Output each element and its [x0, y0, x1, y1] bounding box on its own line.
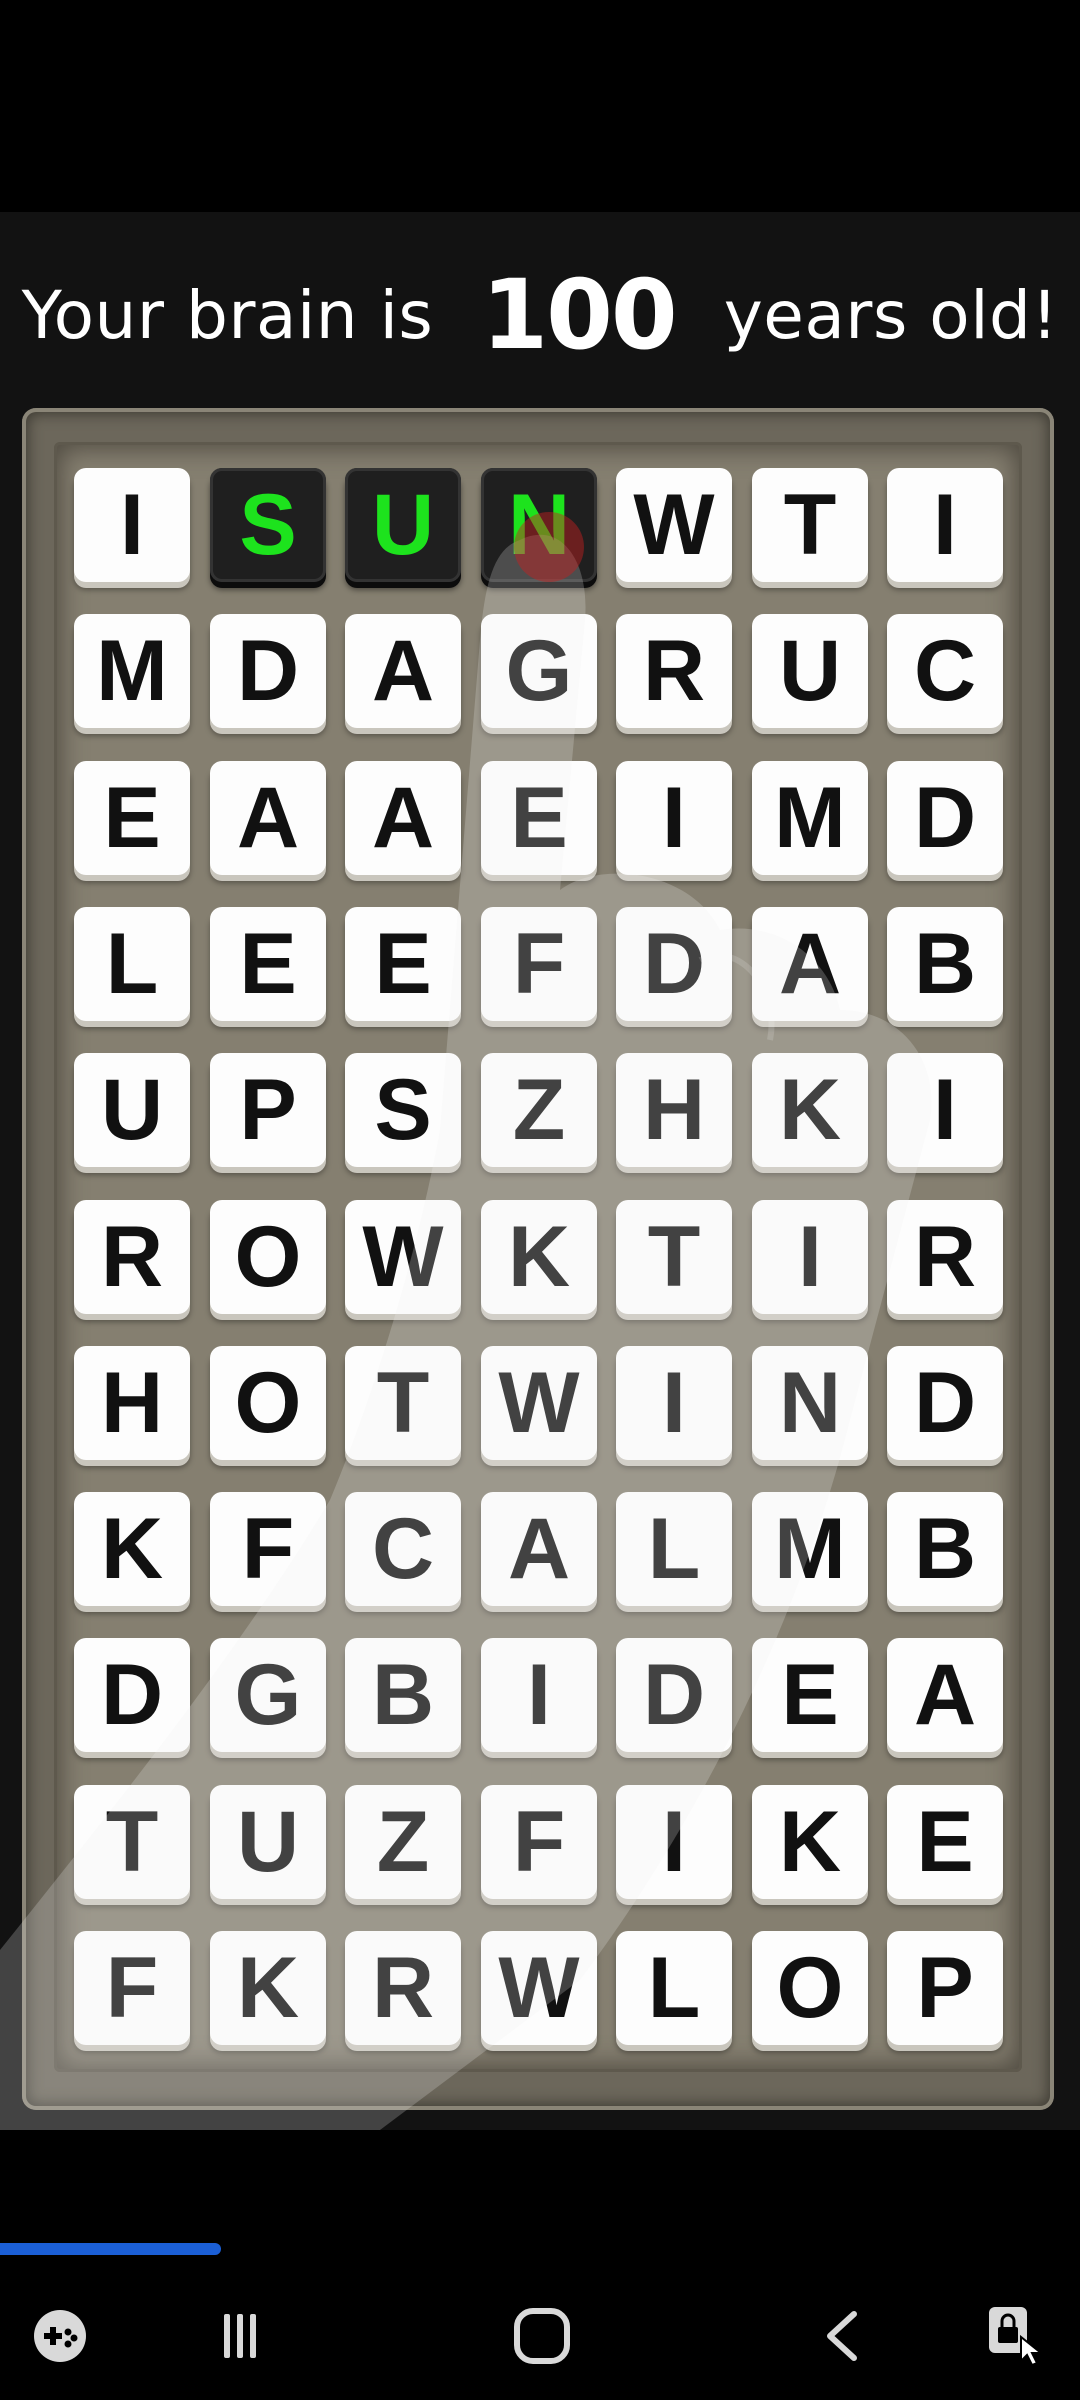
letter-tile[interactable]: H: [74, 1346, 190, 1460]
letter-tile[interactable]: I: [481, 1638, 597, 1752]
recent-apps-button[interactable]: [192, 2290, 288, 2382]
home-icon: [514, 2308, 570, 2364]
letter-tile[interactable]: F: [481, 907, 597, 1021]
letter-tile[interactable]: A: [752, 907, 868, 1021]
letter-tile[interactable]: U: [752, 614, 868, 728]
screen-lock-icon: [989, 2307, 1044, 2367]
letter-tile[interactable]: O: [210, 1346, 326, 1460]
letter-tile[interactable]: D: [74, 1638, 190, 1752]
letter-tile[interactable]: P: [210, 1053, 326, 1167]
letter-tile[interactable]: L: [616, 1492, 732, 1606]
letter-tile[interactable]: S: [210, 468, 326, 582]
letter-tile[interactable]: Z: [345, 1785, 461, 1899]
letter-tile[interactable]: N: [752, 1346, 868, 1460]
letter-tile[interactable]: I: [887, 1053, 1003, 1167]
letter-tile[interactable]: E: [481, 761, 597, 875]
home-button[interactable]: [494, 2290, 590, 2382]
letter-tile[interactable]: R: [345, 1931, 461, 2045]
letter-tile[interactable]: I: [887, 468, 1003, 582]
letter-tile[interactable]: A: [345, 761, 461, 875]
letter-tile[interactable]: W: [481, 1931, 597, 2045]
letter-tile[interactable]: E: [74, 761, 190, 875]
letter-tile[interactable]: E: [345, 907, 461, 1021]
letter-tile[interactable]: F: [481, 1785, 597, 1899]
letter-tile[interactable]: L: [74, 907, 190, 1021]
recent-apps-icon: [224, 2314, 256, 2358]
letter-tile[interactable]: M: [752, 761, 868, 875]
letter-tile[interactable]: N: [481, 468, 597, 582]
letter-tile[interactable]: O: [210, 1200, 326, 1314]
screen-lock-button[interactable]: [968, 2290, 1064, 2382]
back-button[interactable]: [796, 2290, 892, 2382]
letter-tile[interactable]: M: [74, 614, 190, 728]
game-launcher-button[interactable]: [12, 2290, 108, 2382]
letter-tile[interactable]: I: [616, 1346, 732, 1460]
letter-tile[interactable]: E: [887, 1785, 1003, 1899]
letter-tile[interactable]: L: [616, 1931, 732, 2045]
letter-tile[interactable]: K: [752, 1785, 868, 1899]
letter-tile[interactable]: I: [752, 1200, 868, 1314]
letter-tile[interactable]: B: [345, 1638, 461, 1752]
progress-bar: [0, 2243, 221, 2255]
letter-tile[interactable]: M: [752, 1492, 868, 1606]
letter-tile[interactable]: F: [74, 1931, 190, 2045]
letter-tile[interactable]: C: [345, 1492, 461, 1606]
letter-tile[interactable]: T: [74, 1785, 190, 1899]
letter-tile[interactable]: I: [616, 761, 732, 875]
letter-tile[interactable]: U: [345, 468, 461, 582]
letter-tile[interactable]: A: [345, 614, 461, 728]
letter-tile[interactable]: A: [210, 761, 326, 875]
letter-tile[interactable]: S: [345, 1053, 461, 1167]
letter-tile[interactable]: A: [481, 1492, 597, 1606]
letter-tile[interactable]: D: [616, 907, 732, 1021]
letter-tile[interactable]: E: [210, 907, 326, 1021]
letter-tile[interactable]: B: [887, 907, 1003, 1021]
letter-tile[interactable]: D: [887, 1346, 1003, 1460]
letter-tile[interactable]: T: [345, 1346, 461, 1460]
letter-tile[interactable]: R: [74, 1200, 190, 1314]
letter-tile[interactable]: T: [752, 468, 868, 582]
letter-tile[interactable]: G: [210, 1638, 326, 1752]
letter-tile[interactable]: R: [616, 614, 732, 728]
letter-tile[interactable]: U: [74, 1053, 190, 1167]
letter-tile[interactable]: P: [887, 1931, 1003, 2045]
letter-tile[interactable]: C: [887, 614, 1003, 728]
letter-tile[interactable]: D: [616, 1638, 732, 1752]
letter-tile[interactable]: A: [887, 1638, 1003, 1752]
game-launcher-icon: [34, 2310, 86, 2362]
back-icon: [827, 2311, 857, 2361]
letter-tile[interactable]: Z: [481, 1053, 597, 1167]
brain-age-headline: Your brain is 100 years old!: [0, 259, 1080, 371]
letter-tile[interactable]: T: [616, 1200, 732, 1314]
letter-tile[interactable]: W: [481, 1346, 597, 1460]
letter-tile[interactable]: D: [887, 761, 1003, 875]
letter-tile[interactable]: D: [210, 614, 326, 728]
letter-tile[interactable]: G: [481, 614, 597, 728]
letter-tile[interactable]: U: [210, 1785, 326, 1899]
letter-tile[interactable]: I: [74, 468, 190, 582]
screen: Your brain is 100 years old! ISUNWTIMDAG…: [0, 0, 1080, 2400]
letter-tile[interactable]: I: [616, 1785, 732, 1899]
letter-tile[interactable]: K: [481, 1200, 597, 1314]
letter-tile[interactable]: K: [752, 1053, 868, 1167]
headline-prefix: Your brain is: [21, 276, 434, 354]
letter-tile[interactable]: F: [210, 1492, 326, 1606]
letter-tile[interactable]: W: [345, 1200, 461, 1314]
letter-tile[interactable]: H: [616, 1053, 732, 1167]
headline-suffix: years old!: [723, 276, 1059, 354]
letter-tile[interactable]: W: [616, 468, 732, 582]
letter-tile[interactable]: K: [74, 1492, 190, 1606]
letter-tile[interactable]: R: [887, 1200, 1003, 1314]
letter-tile[interactable]: E: [752, 1638, 868, 1752]
letter-tile[interactable]: B: [887, 1492, 1003, 1606]
letter-tile[interactable]: K: [210, 1931, 326, 2045]
letter-tile[interactable]: O: [752, 1931, 868, 2045]
brain-age-value: 100: [481, 259, 677, 371]
